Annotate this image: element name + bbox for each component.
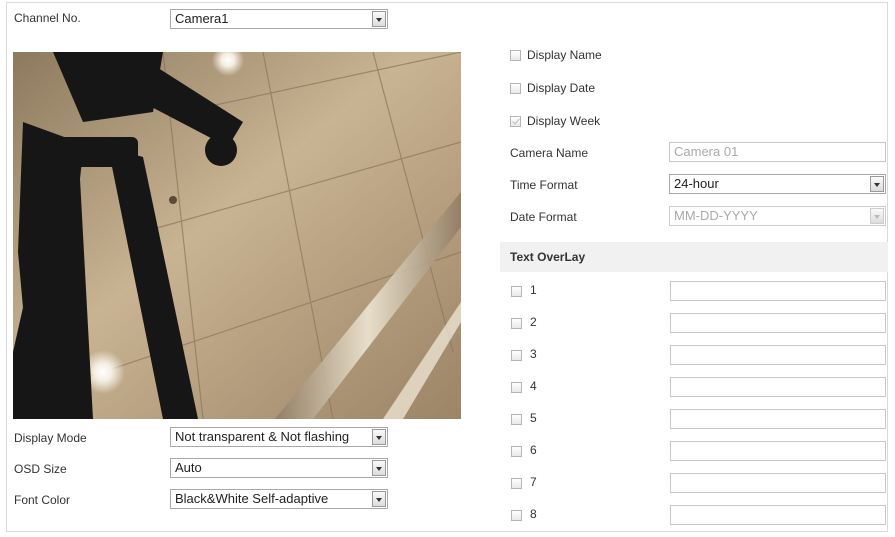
overlay-number: 4 xyxy=(530,379,537,393)
overlay-number: 2 xyxy=(530,315,537,329)
font-color-select[interactable]: Black&White Self-adaptive xyxy=(170,489,388,509)
text-overlay-header: Text OverLay xyxy=(500,242,888,272)
overlay-text-input-3[interactable] xyxy=(670,345,886,365)
overlay-text-input-5[interactable] xyxy=(670,409,886,429)
font-color-label: Font Color xyxy=(14,493,71,507)
overlay-text-input-4[interactable] xyxy=(670,377,886,397)
channel-value: Camera1 xyxy=(175,11,229,26)
display-mode-label: Display Mode xyxy=(14,431,87,445)
overlay-checkbox-2[interactable] xyxy=(511,318,522,329)
chevron-down-icon xyxy=(870,208,884,224)
overlay-checkbox-8[interactable] xyxy=(511,510,522,521)
chevron-down-icon xyxy=(372,11,386,27)
overlay-number: 1 xyxy=(530,283,537,297)
chevron-down-icon xyxy=(372,491,386,507)
overlay-checkbox-3[interactable] xyxy=(511,350,522,361)
display-week-checkbox[interactable] xyxy=(510,116,521,127)
chevron-down-icon xyxy=(372,429,386,445)
display-mode-value: Not transparent & Not flashing xyxy=(175,429,350,444)
camera-name-value: Camera 01 xyxy=(674,144,739,159)
overlay-text-input-6[interactable] xyxy=(670,441,886,461)
overlay-number: 5 xyxy=(530,411,537,425)
overlay-checkbox-4[interactable] xyxy=(511,382,522,393)
display-date-checkbox[interactable] xyxy=(510,83,521,94)
date-format-label: Date Format xyxy=(510,210,577,224)
date-format-value: MM-DD-YYYY xyxy=(674,208,758,223)
channel-select[interactable]: Camera1 xyxy=(170,9,388,29)
font-color-value: Black&White Self-adaptive xyxy=(175,491,329,506)
time-format-value: 24-hour xyxy=(674,176,719,191)
camera-name-label: Camera Name xyxy=(510,146,589,160)
osd-size-value: Auto xyxy=(175,460,202,475)
osd-size-label: OSD Size xyxy=(14,462,67,476)
overlay-text-input-7[interactable] xyxy=(670,473,886,493)
display-mode-select[interactable]: Not transparent & Not flashing xyxy=(170,427,388,447)
overlay-text-input-1[interactable] xyxy=(670,281,886,301)
camera-name-input[interactable]: Camera 01 xyxy=(669,142,886,162)
date-format-select[interactable]: MM-DD-YYYY xyxy=(669,206,886,226)
camera-image xyxy=(13,44,462,420)
overlay-number: 8 xyxy=(530,507,537,521)
display-name-checkbox[interactable] xyxy=(510,50,521,61)
overlay-number: 7 xyxy=(530,475,537,489)
overlay-checkbox-6[interactable] xyxy=(511,446,522,457)
video-preview[interactable] xyxy=(13,44,462,420)
chevron-down-icon xyxy=(372,460,386,476)
channel-label: Channel No. xyxy=(14,11,81,25)
overlay-number: 3 xyxy=(530,347,537,361)
display-date-label: Display Date xyxy=(527,81,596,95)
overlay-text-input-8[interactable] xyxy=(670,505,886,525)
display-week-label: Display Week xyxy=(527,114,601,128)
overlay-number: 6 xyxy=(530,443,537,457)
osd-size-select[interactable]: Auto xyxy=(170,458,388,478)
text-overlay-title: Text OverLay xyxy=(510,250,586,264)
overlay-text-input-2[interactable] xyxy=(670,313,886,333)
time-format-select[interactable]: 24-hour xyxy=(669,174,886,194)
overlay-checkbox-1[interactable] xyxy=(511,286,522,297)
time-format-label: Time Format xyxy=(510,178,578,192)
overlay-checkbox-5[interactable] xyxy=(511,414,522,425)
overlay-checkbox-7[interactable] xyxy=(511,478,522,489)
display-name-label: Display Name xyxy=(527,48,602,62)
chevron-down-icon xyxy=(870,176,884,192)
